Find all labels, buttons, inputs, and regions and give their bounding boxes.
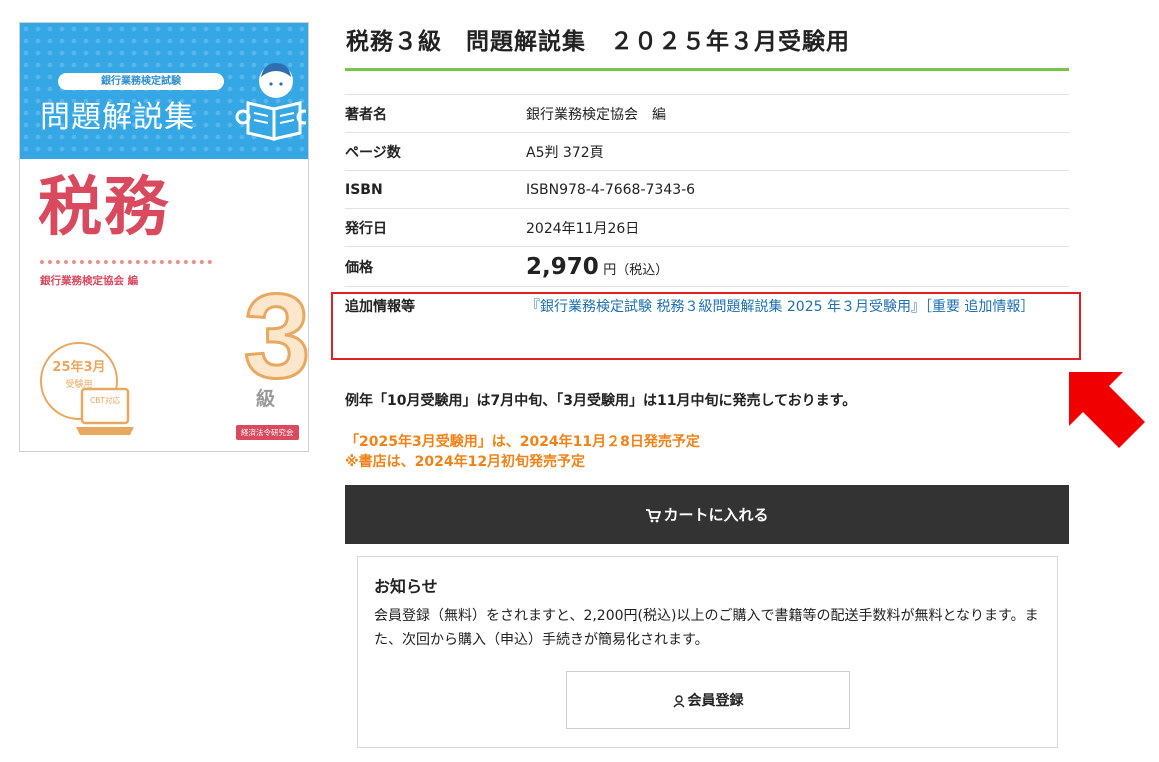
cover-level-number: 3 (242, 281, 309, 391)
spec-row-date: 発行日 2024年11月26日 (345, 208, 1069, 247)
price-cell: 2,970 円（税込） (526, 246, 1069, 287)
cover-level-unit: 級 (256, 388, 276, 410)
cover-publisher: 経済法令研究会 (236, 425, 299, 440)
cover-cbt-label: CBT対応 (90, 396, 120, 405)
spec-row-author: 著者名 銀行業務検定協会 編 (345, 94, 1069, 133)
add-to-cart-label: カートに入れる (663, 506, 769, 524)
spec-label: 著者名 (345, 94, 526, 133)
cover-author: 銀行業務検定協会 編 (40, 275, 139, 287)
spec-label: ページ数 (345, 132, 526, 171)
reader-illustration-icon (235, 63, 306, 141)
additional-info-link[interactable]: 『銀行業務検定試験 税務３級問題解説集 2025 年３月受験用』［重要 追加情報… (526, 296, 1069, 318)
spec-row-extra: 追加情報等 『銀行業務検定試験 税務３級問題解説集 2025 年３月受験用』［重… (345, 287, 1069, 353)
title-divider (345, 68, 1069, 71)
spec-label: 追加情報等 (345, 299, 415, 315)
cover-kaisetsu-title: 問題解説集 (40, 100, 195, 135)
spec-value: ISBN978-4-7668-7343-6 (526, 170, 1069, 209)
cart-icon (646, 509, 662, 523)
spec-value: 2024年11月26日 (526, 208, 1069, 247)
spec-label: ISBN (345, 170, 526, 209)
spec-value: A5判 372頁 (526, 132, 1069, 171)
price-amount: 2,970 (526, 253, 599, 280)
cover-subject-title: 税務 (38, 171, 170, 245)
notice-body: 会員登録（無料）をされますと、2,200円(税込)以上のご購入で書籍等の配送手数… (374, 608, 1039, 648)
user-icon (672, 694, 685, 707)
extra-info-cell: 『銀行業務検定試験 税務３級問題解説集 2025 年３月受験用』［重要 追加情報… (526, 287, 1069, 353)
product-title: 税務３級 問題解説集 ２０２５年３月受験用 (346, 29, 850, 55)
member-register-label: 会員登録 (687, 693, 744, 709)
release-date-line: 「2025年3月受験用」は、2024年11月２8日発売予定 (345, 434, 700, 450)
red-arrow-icon (1069, 372, 1145, 448)
spec-row-isbn: ISBN ISBN978-4-7668-7343-6 (345, 170, 1069, 209)
spec-value: 銀行業務検定協会 編 (526, 94, 1069, 133)
spec-row-price: 価格 2,970 円（税込） (345, 246, 1069, 287)
notice-title: お知らせ (374, 577, 438, 596)
bookstore-date-line: ※書店は、2024年12月初旬発売予定 (345, 454, 586, 470)
spec-label: 発行日 (345, 208, 526, 247)
add-to-cart-button[interactable]: カートに入れる (345, 485, 1069, 544)
cover-badge-date: 25年3月 (52, 360, 106, 375)
member-register-button[interactable]: 会員登録 (566, 671, 850, 729)
release-date-notice: 「2025年3月受験用」は、2024年11月２8日発売予定 ※書店は、2024年… (345, 432, 700, 472)
member-notice-box: お知らせ 会員登録（無料）をされますと、2,200円(税込)以上のご購入で書籍等… (357, 556, 1058, 748)
spec-label: 価格 (345, 246, 526, 287)
cover-level-number-text: 3 (244, 281, 309, 391)
cover-series-label: 銀行業務検定試験 (58, 73, 224, 90)
cover-dotted-divider (40, 260, 212, 264)
price-unit: 円（税込） (603, 262, 669, 278)
product-spec-table: 著者名 銀行業務検定協会 編 ページ数 A5判 372頁 ISBN ISBN97… (345, 94, 1069, 353)
release-schedule-note: 例年「10月受験用」は7月中旬、「3月受験用」は11月中旬に発売しております。 (345, 393, 857, 409)
spec-row-pages: ページ数 A5判 372頁 (345, 132, 1069, 171)
book-cover-image: 銀行業務検定試験 問題解説集 税務 銀行業務検定協会 編 3 級 25年3月 受… (19, 22, 309, 452)
